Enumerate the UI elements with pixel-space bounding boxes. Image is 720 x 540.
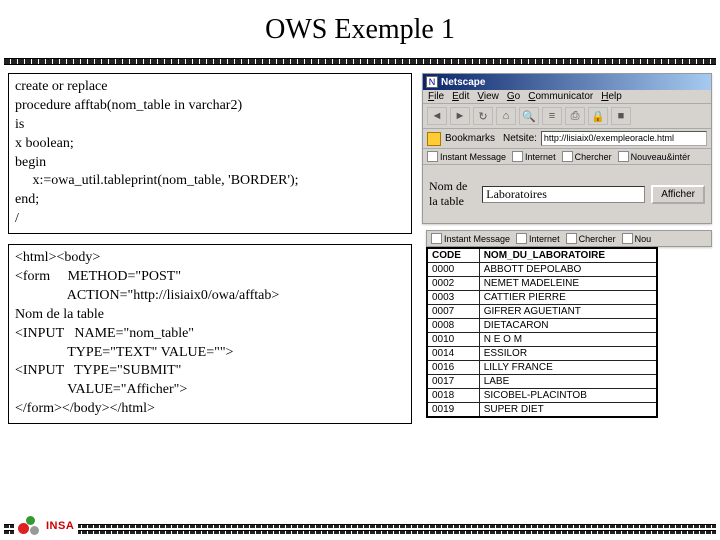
table-row: 0007GIFRER AGUETIANT — [427, 305, 657, 319]
table-row: 0010N E O M — [427, 333, 657, 347]
col-nom: NOM_DU_LABORATOIRE — [479, 248, 657, 263]
right-column: N Netscape File Edit View Go Communicato… — [422, 73, 712, 424]
table-row: 0016LILLY FRANCE — [427, 361, 657, 375]
link-icon — [562, 151, 573, 162]
browser-window-form: N Netscape File Edit View Go Communicato… — [422, 73, 712, 224]
url-field[interactable]: http://lisiaix0/exempleoracle.html — [541, 131, 707, 146]
link2-chercher[interactable]: Chercher — [566, 233, 616, 244]
link2-nou[interactable]: Nou — [622, 233, 652, 244]
slide-title: OWS Exemple 1 — [0, 0, 720, 58]
logo-text: INSA — [46, 520, 74, 532]
table-cell: SICOBEL-PLACINTOB — [479, 389, 657, 403]
link2-instant-message[interactable]: Instant Message — [431, 233, 510, 244]
menu-view[interactable]: View — [477, 91, 499, 102]
print-button[interactable]: ⎙ — [565, 107, 585, 125]
stop-button[interactable]: ■ — [611, 107, 631, 125]
table-row: 0003CATTIER PIERRE — [427, 291, 657, 305]
table-row: 0017LABE — [427, 375, 657, 389]
bookmarks-icon[interactable] — [427, 132, 441, 146]
col-code: CODE — [427, 248, 479, 263]
table-row: 0014ESSILOR — [427, 347, 657, 361]
location-label: Netsite: — [503, 133, 537, 144]
link-icon — [512, 151, 523, 162]
afficher-button[interactable]: Afficher — [651, 185, 705, 204]
table-cell: 0002 — [427, 277, 479, 291]
link-nouveau[interactable]: Nouveau&intér — [618, 151, 691, 162]
table-header-row: CODE NOM_DU_LABORATOIRE — [427, 248, 657, 263]
plsql-code-box: create or replace procedure afftab(nom_t… — [8, 73, 412, 234]
table-cell: SUPER DIET — [479, 403, 657, 418]
html-code-box: <html><body> <form METHOD="POST" ACTION=… — [8, 244, 412, 424]
link-icon — [622, 233, 633, 244]
footer-divider — [4, 522, 716, 534]
back-button[interactable]: ◄ — [427, 107, 447, 125]
security-button[interactable]: 🔒 — [588, 107, 608, 125]
browser-window-result: Instant Message Internet Chercher Nou CO… — [422, 230, 712, 418]
table-row: 0002NEMET MADELEINE — [427, 277, 657, 291]
browser-toolbar: ◄ ► ↻ ⌂ 🔍 ≡ ⎙ 🔒 ■ — [423, 104, 711, 129]
browser-linkbar: Instant Message Internet Chercher Nouvea… — [423, 149, 711, 165]
browser-menubar[interactable]: File Edit View Go Communicator Help — [423, 90, 711, 104]
menu-go[interactable]: Go — [507, 91, 520, 102]
menu-edit[interactable]: Edit — [452, 91, 469, 102]
search-button[interactable]: 🔍 — [519, 107, 539, 125]
table-cell: DIETACARON — [479, 319, 657, 333]
linkbar-2-row: Instant Message Internet Chercher Nou — [427, 231, 711, 246]
menu-file[interactable]: File — [428, 91, 444, 102]
left-column: create or replace procedure afftab(nom_t… — [8, 73, 412, 424]
browser-address-row: Bookmarks Netsite: http://lisiaix0/exemp… — [423, 129, 711, 149]
reload-button[interactable]: ↻ — [473, 107, 493, 125]
table-row: 0019SUPER DIET — [427, 403, 657, 418]
home-button[interactable]: ⌂ — [496, 107, 516, 125]
link-icon — [566, 233, 577, 244]
form-label: Nom de la table — [429, 179, 476, 209]
bookmarks-label[interactable]: Bookmarks — [445, 133, 495, 144]
table-cell: N E O M — [479, 333, 657, 347]
insa-logo: INSA — [14, 516, 78, 536]
table-cell: 0017 — [427, 375, 479, 389]
table-row: 0000ABBOTT DEPOLABO — [427, 263, 657, 277]
table-row: 0018SICOBEL-PLACINTOB — [427, 389, 657, 403]
table-cell: 0016 — [427, 361, 479, 375]
table-cell: 0003 — [427, 291, 479, 305]
link-icon — [516, 233, 527, 244]
browser-titlebar: N Netscape — [423, 74, 711, 90]
table-cell: LABE — [479, 375, 657, 389]
table-cell: ESSILOR — [479, 347, 657, 361]
browser-title: Netscape — [441, 77, 485, 88]
table-row: 0008DIETACARON — [427, 319, 657, 333]
table-cell: 0008 — [427, 319, 479, 333]
forward-button[interactable]: ► — [450, 107, 470, 125]
link-instant-message[interactable]: Instant Message — [427, 151, 506, 162]
table-cell: 0010 — [427, 333, 479, 347]
table-cell: GIFRER AGUETIANT — [479, 305, 657, 319]
result-table: CODE NOM_DU_LABORATOIRE 0000ABBOTT DEPOL… — [426, 247, 658, 418]
menu-help[interactable]: Help — [601, 91, 622, 102]
link-icon — [431, 233, 442, 244]
table-cell: CATTIER PIERRE — [479, 291, 657, 305]
gears-icon — [18, 516, 42, 536]
table-cell: 0000 — [427, 263, 479, 277]
netscape-icon: N — [426, 76, 438, 88]
link-icon — [618, 151, 629, 162]
table-cell: 0014 — [427, 347, 479, 361]
browser-form-area: Nom de la table Afficher — [423, 165, 711, 223]
menu-communicator[interactable]: Communicator — [528, 91, 593, 102]
table-cell: 0019 — [427, 403, 479, 418]
browser-linkbar-2: Instant Message Internet Chercher Nou — [426, 230, 712, 247]
table-cell: NEMET MADELEINE — [479, 277, 657, 291]
content-area: create or replace procedure afftab(nom_t… — [0, 69, 720, 424]
nom-table-input[interactable] — [482, 186, 645, 203]
table-cell: 0007 — [427, 305, 479, 319]
link-internet[interactable]: Internet — [512, 151, 556, 162]
link-chercher[interactable]: Chercher — [562, 151, 612, 162]
table-cell: ABBOTT DEPOLABO — [479, 263, 657, 277]
link2-internet[interactable]: Internet — [516, 233, 560, 244]
divider-top — [4, 58, 716, 65]
guide-button[interactable]: ≡ — [542, 107, 562, 125]
link-icon — [427, 151, 438, 162]
table-cell: 0018 — [427, 389, 479, 403]
table-cell: LILLY FRANCE — [479, 361, 657, 375]
